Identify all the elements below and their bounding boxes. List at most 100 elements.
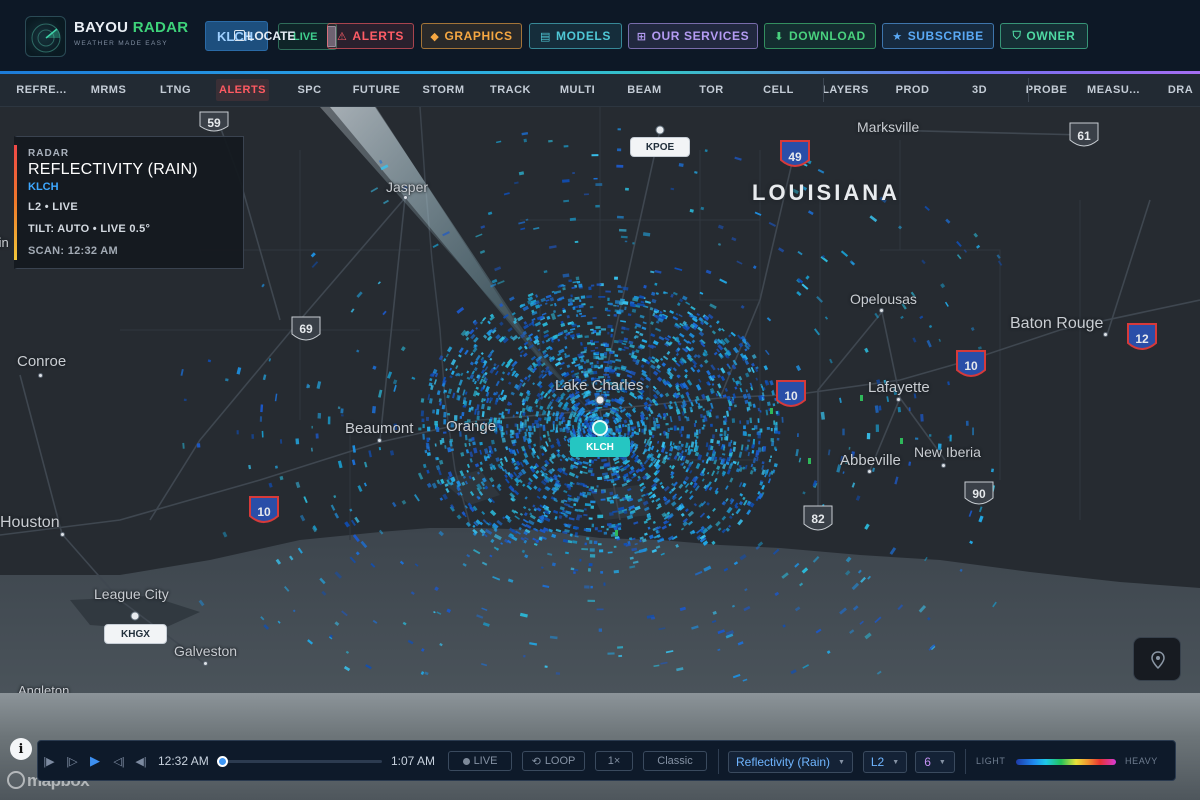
header-button-label: DOWNLOAD — [789, 29, 866, 43]
end-time: 1:07 AM — [391, 754, 436, 768]
radar-echo-cell — [608, 351, 614, 354]
nav-item-multi[interactable]: MULTI — [544, 74, 611, 106]
radar-echo-cell — [617, 148, 622, 152]
nav-item-spc[interactable]: SPC — [276, 74, 343, 106]
attribution-info-button[interactable]: i — [10, 738, 32, 760]
tilt-select[interactable]: 6 ▼ — [915, 751, 955, 773]
nav-item-refre[interactable]: REFRE... — [8, 74, 75, 106]
nav-item-beam[interactable]: BEAM — [611, 74, 678, 106]
radar-echo-cell — [591, 332, 595, 335]
nav-item-mrms[interactable]: MRMS — [75, 74, 142, 106]
radar-echo-cell — [595, 351, 600, 355]
radar-echo-cell — [590, 505, 595, 509]
radar-echo-cell — [601, 490, 605, 494]
live-button[interactable]: LIVE — [448, 751, 512, 771]
radar-echo-cell — [502, 415, 505, 419]
shield-icon: ⛉ — [1012, 29, 1022, 42]
timeline-track[interactable] — [224, 760, 382, 763]
radar-echo-cell — [593, 364, 598, 369]
models-button[interactable]: ▤ MODELS — [529, 23, 622, 49]
station-tag-khgx[interactable]: KHGX — [104, 624, 167, 644]
nav-item-track[interactable]: TRACK — [477, 74, 544, 106]
shield-69-text: 69 — [299, 322, 313, 336]
radar-echo-cell — [900, 438, 903, 444]
play-button[interactable]: ▶ — [87, 752, 103, 770]
our-services-button[interactable]: ⊞ OUR SERVICES — [628, 23, 758, 49]
radar-echo-cell — [720, 428, 723, 433]
radar-echo-cell — [694, 432, 697, 438]
radar-echo-cell — [617, 290, 623, 293]
radar-info-panel: RADAR REFLECTIVITY (RAIN) KLCH L2 • LIVE… — [14, 136, 244, 269]
nav-item-alerts[interactable]: ALERTS — [216, 79, 269, 101]
step-forward-button[interactable]: |▷ — [64, 752, 80, 770]
nav-item-probe[interactable]: PROBE — [1013, 74, 1080, 106]
radar-echo-cell — [616, 215, 624, 219]
last-frame-button[interactable]: ◀| — [133, 752, 149, 770]
speed-button[interactable]: 1× — [595, 751, 633, 771]
subscribe-button[interactable]: ★ SUBSCRIBE — [882, 23, 994, 49]
nav-item-future[interactable]: FUTURE — [343, 74, 410, 106]
graphics-button[interactable]: ◆ GRAPHICS — [421, 23, 522, 49]
nav-item-prod[interactable]: PROD — [879, 74, 946, 106]
radar-echo-cell — [724, 416, 728, 423]
download-button[interactable]: ⬇ DOWNLOAD — [764, 23, 876, 49]
station-tag-kpoe[interactable]: KPOE — [630, 137, 690, 157]
step-back-icon: ◁| — [113, 755, 125, 768]
radar-echo-cell — [587, 321, 593, 325]
city-label-orange: Orange — [446, 418, 497, 435]
state-label-louisiana: LOUISIANA — [752, 180, 900, 205]
map-locate-button[interactable] — [1133, 637, 1181, 681]
radar-echo-cell — [586, 537, 589, 540]
chevron-down-icon: ▼ — [892, 758, 900, 766]
radar-echo-cell — [744, 432, 747, 436]
shield-59-text: 59 — [207, 116, 221, 130]
nav-item-storm[interactable]: STORM — [410, 74, 477, 106]
level-select[interactable]: L2 ▼ — [863, 751, 907, 773]
radar-echo-cell — [673, 425, 677, 431]
radar-echo-cell — [530, 432, 534, 435]
locate-button[interactable]: LOCATE — [232, 22, 332, 49]
mapbox-logo-icon — [7, 771, 25, 789]
owner-button[interactable]: ⛉ OWNER — [1000, 23, 1088, 49]
radar-echo-cell — [617, 646, 624, 649]
nav-item-measu[interactable]: MEASU... — [1080, 74, 1147, 106]
step-back-button[interactable]: ◁| — [111, 752, 127, 770]
loop-button[interactable]: ⟲ LOOP — [522, 751, 585, 771]
radar-echo-cell — [577, 424, 581, 428]
timeline-thumb[interactable] — [217, 756, 228, 767]
radar-echo-cell — [686, 434, 690, 439]
live-button-label: LIVE — [473, 755, 498, 767]
city-dot — [377, 438, 382, 443]
style-button[interactable]: Classic — [643, 751, 707, 771]
product-select[interactable]: Reflectivity (Rain) ▼ — [728, 751, 853, 773]
radar-echo-cell — [572, 172, 575, 175]
radar-echo-cell — [578, 283, 583, 288]
skip-end-icon: ◀| — [135, 755, 147, 768]
radar-echo-cell — [520, 421, 522, 425]
radar-echo-cell — [610, 333, 613, 338]
playback-bar: |▶ |▷ ▶ ◁| ◀| 12:32 AM 1:07 AM LIVE ⟲ LOO… — [37, 740, 1176, 781]
locate-label: LOCATE — [247, 29, 296, 43]
city-label-opelousas: Opelousas — [850, 291, 917, 307]
nav-item-dra[interactable]: DRA — [1147, 74, 1200, 106]
warning-icon: ⚠ — [336, 30, 348, 43]
radar-echo-cell — [279, 439, 283, 444]
nav-item-cell[interactable]: CELL — [745, 74, 812, 106]
first-frame-button[interactable]: |▶ — [41, 752, 57, 770]
radar-echo-cell — [607, 297, 610, 302]
nav-item-tor[interactable]: TOR — [678, 74, 745, 106]
radar-echo-cell — [723, 430, 727, 436]
radar-echo-cell — [596, 360, 599, 365]
radar-echo-cell — [584, 503, 592, 507]
nav-item-ltng[interactable]: LTNG — [142, 74, 209, 106]
radar-echo-cell — [972, 427, 974, 436]
radar-echo-cell — [949, 434, 952, 442]
logo-icon[interactable] — [25, 16, 66, 57]
alerts-button[interactable]: ⚠ ALERTS — [327, 23, 414, 49]
city-label-jasper: Jasper — [386, 179, 429, 195]
radar-echo-cell — [920, 414, 924, 422]
nav-item-3d[interactable]: 3D — [946, 74, 1013, 106]
radar-echo-cell — [608, 369, 615, 374]
radar-echo-cell — [537, 417, 542, 421]
station-tag-klch[interactable]: KLCH — [570, 437, 630, 457]
